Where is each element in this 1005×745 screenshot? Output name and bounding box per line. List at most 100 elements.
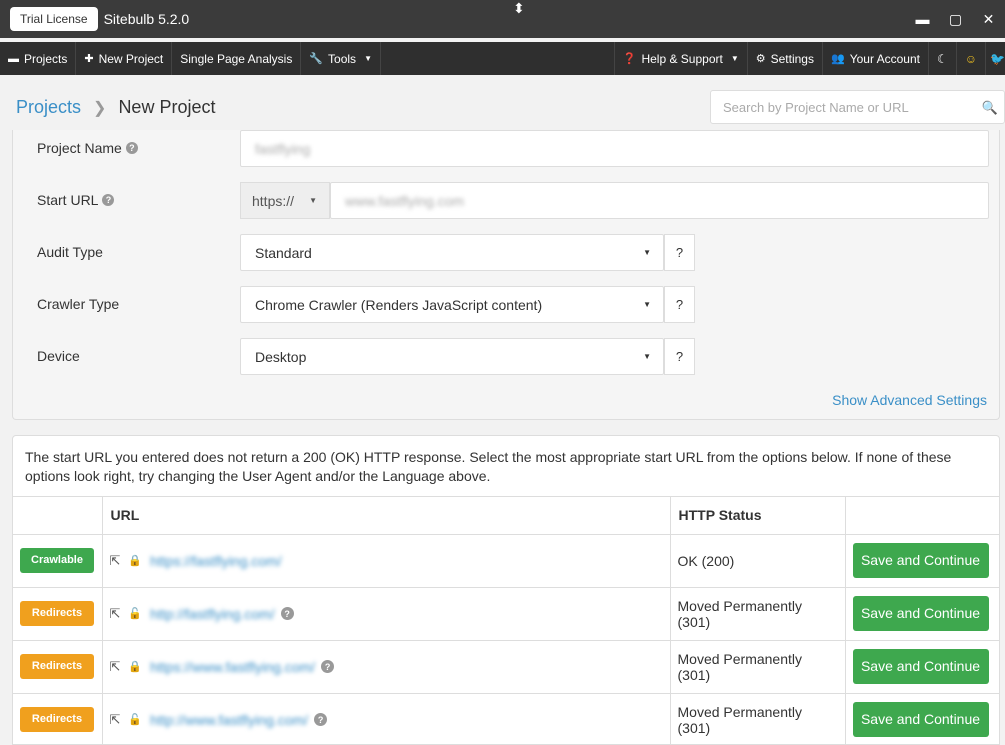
dark-mode-toggle[interactable]: ☾ — [927, 42, 956, 75]
save-and-continue-button[interactable]: Save and Continue — [852, 596, 989, 631]
external-link-icon[interactable]: ⇱ — [110, 659, 121, 675]
new-project-form: Project Name ? fastflying Start URL ? ht… — [12, 130, 1000, 420]
unlock-icon: 🔓 — [128, 714, 143, 726]
project-name-field[interactable]: fastflying — [240, 130, 989, 167]
help-icon[interactable]: ? — [125, 142, 138, 154]
menu-account-label: Your Account — [849, 51, 920, 66]
minimize-icon[interactable]: ▬ — [906, 0, 939, 38]
badge-cell: Crawlable — [13, 534, 103, 588]
project-name-value: fastflying — [255, 140, 311, 157]
device-help-button[interactable]: ? — [664, 338, 695, 375]
table-row: Redirects ⇱ 🔓 http://fastflying.com/ ? M… — [13, 587, 999, 641]
menu-projects-label: Projects — [24, 51, 68, 66]
menu-projects[interactable]: ▬ Projects — [0, 42, 77, 75]
status-cell: Moved Permanently (301) — [670, 640, 846, 694]
start-url-value: www.fastflying.com — [345, 192, 465, 209]
table-row: Crawlable ⇱ 🔒 https://fastflying.com/ OK… — [13, 534, 999, 588]
users-icon: 👥 — [830, 53, 845, 65]
redirects-badge: Redirects — [20, 654, 94, 679]
audit-type-label-text: Audit Type — [37, 244, 103, 260]
save-and-continue-button[interactable]: Save and Continue — [852, 543, 989, 578]
start-url-label-text: Start URL — [37, 192, 99, 208]
external-link-icon[interactable]: ⇱ — [110, 712, 121, 728]
menu-settings[interactable]: ⚙ Settings — [746, 42, 822, 75]
audit-type-label: Audit Type — [37, 244, 103, 260]
url-link[interactable]: https://fastflying.com/ — [150, 553, 282, 569]
chevron-right-icon: ❯ — [93, 99, 107, 117]
device-select[interactable]: Desktop ▼ — [240, 338, 664, 375]
badge-cell: Redirects — [13, 587, 103, 641]
redirects-badge: Redirects — [20, 601, 94, 626]
table-row: Redirects ⇱ 🔓 http://www.fastflying.com/… — [13, 693, 999, 744]
caret-down-icon: ▼ — [364, 54, 372, 63]
project-search[interactable]: 🔍 — [710, 90, 1005, 124]
twitter-icon: 🐦 — [990, 51, 1005, 66]
trial-license-badge[interactable]: Trial License — [10, 7, 98, 31]
menu-settings-label: Settings — [770, 51, 814, 66]
audit-type-select[interactable]: Standard ▼ — [240, 234, 664, 271]
show-advanced-settings-link[interactable]: Show Advanced Settings — [832, 392, 987, 408]
title-bar: Trial License Sitebulb 5.2.0 ⬍ ▬ ▢ ✕ — [0, 0, 1005, 38]
menu-your-account[interactable]: 👥 Your Account — [821, 42, 928, 75]
lock-icon: 🔒 — [128, 555, 143, 567]
help-icon[interactable]: ? — [314, 713, 328, 726]
badge-cell: Redirects — [13, 693, 103, 744]
status-cell: OK (200) — [670, 534, 846, 588]
menu-single-page-label: Single Page Analysis — [180, 51, 293, 66]
close-icon[interactable]: ✕ — [972, 0, 1005, 38]
breadcrumb-projects-link[interactable]: Projects — [16, 97, 81, 118]
header-http-status: HTTP Status — [670, 497, 846, 535]
help-icon[interactable]: ? — [280, 607, 294, 620]
action-cell: Save and Continue — [845, 587, 999, 641]
status-cell: Moved Permanently (301) — [670, 693, 846, 744]
external-link-icon[interactable]: ⇱ — [110, 553, 121, 569]
menu-single-page-analysis[interactable]: Single Page Analysis — [172, 42, 302, 75]
external-link-icon[interactable]: ⇱ — [110, 606, 121, 622]
menu-help-label: Help & Support — [641, 51, 723, 66]
caret-down-icon: ▼ — [730, 54, 739, 63]
maximize-icon[interactable]: ▢ — [939, 0, 972, 38]
crawler-type-label-text: Crawler Type — [37, 296, 120, 312]
gear-icon: ⚙ — [755, 53, 766, 65]
save-and-continue-button[interactable]: Save and Continue — [852, 702, 989, 737]
status-cell: Moved Permanently (301) — [670, 587, 846, 641]
start-url-results: The start URL you entered does not retur… — [12, 435, 1000, 745]
save-and-continue-button[interactable]: Save and Continue — [852, 649, 989, 684]
crawlable-badge: Crawlable — [20, 548, 94, 573]
crawler-type-label: Crawler Type — [37, 296, 119, 312]
url-cell: ⇱ 🔒 https://www.fastflying.com/ ? — [102, 640, 671, 694]
menu-tools[interactable]: 🔧 Tools ▼ — [301, 42, 381, 75]
badge-cell: Redirects — [13, 640, 103, 694]
menu-tools-label: Tools — [328, 51, 357, 66]
folder-icon: ▬ — [8, 52, 19, 65]
action-cell: Save and Continue — [845, 693, 999, 744]
wrench-icon: 🔧 — [309, 53, 324, 65]
project-name-label: Project Name ? — [37, 140, 138, 156]
url-link[interactable]: http://www.fastflying.com/ — [150, 712, 308, 728]
help-icon[interactable]: ? — [102, 194, 115, 206]
start-url-field[interactable]: www.fastflying.com — [330, 182, 989, 219]
help-icon[interactable]: ? — [321, 660, 335, 673]
url-link[interactable]: https://www.fastflying.com/ — [150, 659, 315, 675]
audit-type-value: Standard — [255, 244, 312, 261]
crawler-type-select[interactable]: Chrome Crawler (Renders JavaScript conte… — [240, 286, 664, 323]
twitter-button[interactable]: 🐦 — [985, 42, 1005, 75]
crawler-type-help-button[interactable]: ? — [664, 286, 695, 323]
header-badge — [13, 497, 103, 535]
url-link[interactable]: http://fastflying.com/ — [150, 606, 275, 622]
search-icon[interactable]: 🔍 — [982, 100, 998, 116]
caret-down-icon: ▼ — [643, 300, 651, 309]
menu-new-project[interactable]: ✚ New Project — [76, 42, 173, 75]
menu-help-support[interactable]: ❓ Help & Support ▼ — [613, 42, 747, 75]
non-200-notice: The start URL you entered does not retur… — [13, 436, 999, 497]
search-input[interactable] — [723, 99, 973, 115]
app-title: Sitebulb 5.2.0 — [103, 11, 190, 27]
question-circle-icon: ❓ — [622, 53, 637, 65]
window-controls: ▬ ▢ ✕ — [906, 0, 1005, 38]
protocol-select[interactable]: https:// ▼ — [240, 182, 330, 219]
audit-type-help-button[interactable]: ? — [664, 234, 695, 271]
feedback-button[interactable]: ☺ — [955, 42, 985, 75]
url-options-table: URL HTTP Status Crawlable ⇱ 🔒 https://fa… — [13, 497, 999, 744]
menu-new-project-label: New Project — [98, 51, 164, 66]
plus-icon: ✚ — [84, 53, 94, 65]
